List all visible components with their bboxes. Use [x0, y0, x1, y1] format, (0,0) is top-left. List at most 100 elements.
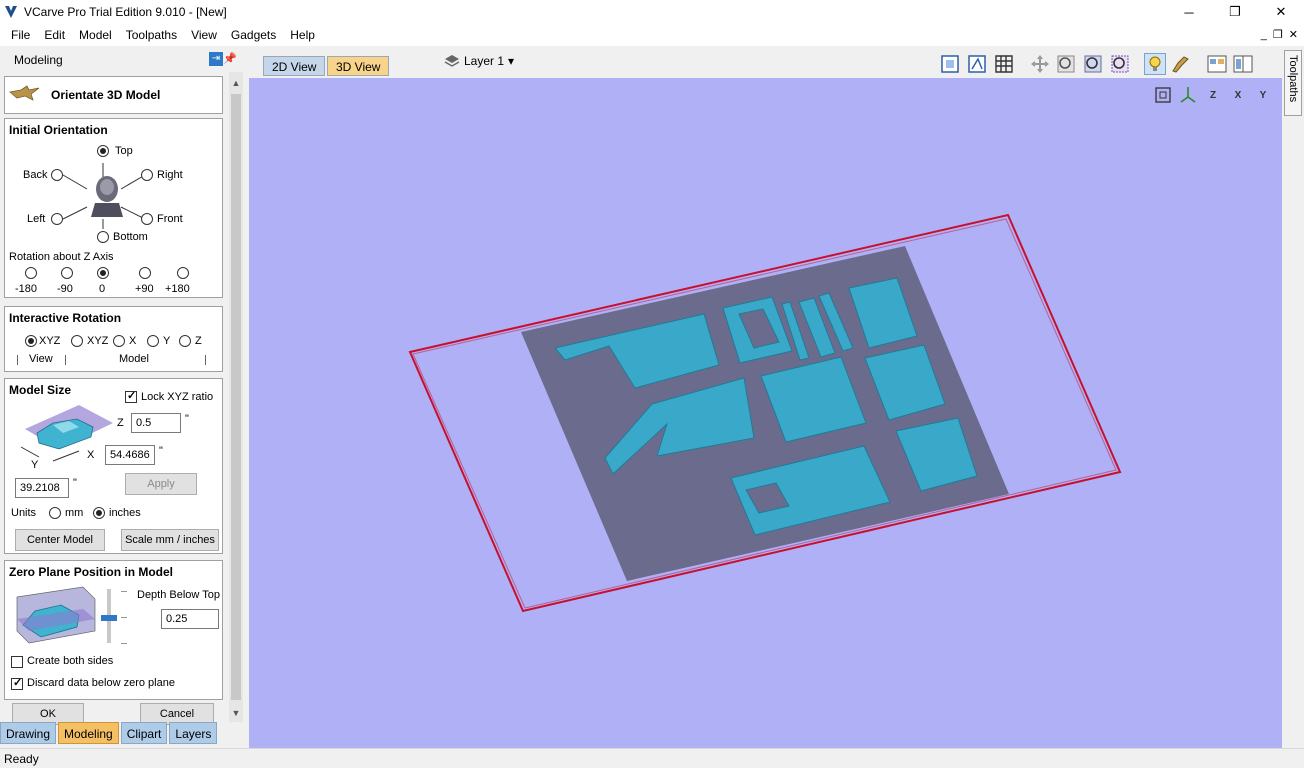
create-both-sides-checkbox[interactable]: [11, 656, 23, 668]
center-model-button[interactable]: Center Model: [15, 529, 105, 551]
x-size-input[interactable]: 54.4686: [105, 445, 155, 465]
z-size-input[interactable]: 0.5: [131, 413, 181, 433]
menu-toolpaths[interactable]: Toolpaths: [119, 24, 184, 46]
zoom-extents-icon[interactable]: [939, 53, 961, 75]
menu-model[interactable]: Model: [72, 24, 119, 46]
divider: [65, 355, 66, 365]
discard-below-checkbox[interactable]: [11, 676, 23, 690]
menu-help[interactable]: Help: [283, 24, 322, 46]
rot-minus180-radio[interactable]: [25, 267, 37, 279]
mdi-minimize-button[interactable]: _: [1261, 24, 1267, 46]
menu-view[interactable]: View: [184, 24, 224, 46]
orient-top-radio[interactable]: [97, 145, 109, 157]
rotation-z-label: Rotation about Z Axis: [9, 251, 114, 263]
rot-model-x-radio[interactable]: [113, 335, 125, 347]
rot-0-radio[interactable]: [97, 267, 109, 279]
rot-view-label: View: [29, 353, 53, 365]
mdi-restore-button[interactable]: ❐: [1273, 24, 1283, 46]
model-size-title: Model Size: [9, 383, 72, 397]
panel-scrollbar[interactable]: ▲ ▼: [229, 72, 243, 722]
menu-edit[interactable]: Edit: [37, 24, 72, 46]
menu-bar: File Edit Model Toolpaths View Gadgets H…: [0, 24, 1304, 46]
orient-bottom-label: Bottom: [113, 231, 148, 243]
panel-tabs: Drawing Modeling Clipart Layers: [0, 722, 247, 746]
bust-model-icon: [87, 173, 127, 217]
draw-icon[interactable]: [966, 53, 988, 75]
pan-icon[interactable]: [1029, 53, 1051, 75]
divider: [205, 355, 206, 365]
rot-model-y-radio[interactable]: [147, 335, 159, 347]
rot-plus180-radio[interactable]: [177, 267, 189, 279]
scroll-thumb[interactable]: [231, 94, 241, 700]
dock-icon[interactable]: ⇥: [209, 52, 223, 66]
divider: [17, 355, 18, 365]
light-bulb-icon[interactable]: [1144, 53, 1166, 75]
orient-front-radio[interactable]: [141, 213, 153, 225]
orientate-label: Orientate 3D Model: [51, 88, 161, 102]
tab-layers[interactable]: Layers: [169, 722, 218, 744]
depth-input[interactable]: 0.25: [161, 609, 219, 629]
toolpaths-side-tab[interactable]: Toolpaths: [1284, 50, 1302, 116]
toolpaths-tab-label: Toolpaths: [1287, 55, 1299, 103]
lock-xyz-checkbox[interactable]: [125, 389, 137, 403]
x-axis-label: X: [87, 449, 95, 461]
depth-slider-thumb[interactable]: [101, 615, 117, 621]
3d-viewport[interactable]: Z X Y: [249, 78, 1282, 748]
rot-model-y-label: Y: [163, 335, 171, 347]
status-bar: Ready: [0, 748, 1304, 768]
orient-left-radio[interactable]: [51, 213, 63, 225]
pin-icon[interactable]: 📌: [223, 52, 237, 65]
interactive-rotation-section: Interactive Rotation XYZ XYZ X Y Z View …: [4, 306, 223, 372]
orient-front-label: Front: [157, 213, 183, 225]
tab-3d-view[interactable]: 3D View: [327, 56, 390, 76]
maximize-button[interactable]: ❐: [1212, 0, 1258, 24]
orient-top-label: Top: [115, 145, 133, 157]
minimize-button[interactable]: ─: [1166, 0, 1212, 24]
layers-icon: [444, 55, 460, 67]
tab-drawing[interactable]: Drawing: [0, 722, 57, 744]
rot-view-xyz-radio[interactable]: [25, 335, 37, 347]
units-inches-radio[interactable]: [93, 507, 105, 519]
zoom-icon[interactable]: [1055, 53, 1077, 75]
title-bar: VCarve Pro Trial Edition 9.010 - [New] ─…: [0, 0, 1304, 24]
scroll-down-icon[interactable]: ▼: [229, 706, 243, 720]
layer-name: Layer 1: [464, 54, 505, 68]
y-size-input[interactable]: 39.2108: [15, 478, 69, 498]
orient-right-label: Right: [157, 169, 183, 181]
tab-modeling[interactable]: Modeling: [58, 722, 119, 744]
rot-minus180-label: -180: [15, 283, 38, 295]
menu-file[interactable]: File: [4, 24, 37, 46]
tab-2d-view[interactable]: 2D View: [263, 56, 326, 76]
mdi-close-button[interactable]: ✕: [1289, 24, 1298, 46]
units-mm-radio[interactable]: [49, 507, 61, 519]
layout-icon[interactable]: [1206, 53, 1228, 75]
tool-icon[interactable]: [1170, 53, 1192, 75]
orient-back-radio[interactable]: [51, 169, 63, 181]
apply-button[interactable]: Apply: [125, 473, 197, 495]
rot-model-z-radio[interactable]: [179, 335, 191, 347]
slider-tick: [121, 617, 127, 618]
close-button[interactable]: ✕: [1258, 0, 1304, 24]
scale-units-button[interactable]: Scale mm / inches: [121, 529, 219, 551]
zoom-in-icon[interactable]: [1082, 53, 1104, 75]
tab-clipart[interactable]: Clipart: [120, 722, 168, 744]
rot-model-z-label: Z: [195, 335, 202, 347]
rot-plus90-radio[interactable]: [139, 267, 151, 279]
split-view-icon[interactable]: [1232, 53, 1254, 75]
layer-selector[interactable]: Layer 1 ▾: [444, 54, 514, 68]
orient-right-radio[interactable]: [141, 169, 153, 181]
units-mm-label: mm: [65, 507, 84, 519]
initial-orientation-section: Initial Orientation Top Back Right Left …: [4, 118, 223, 298]
grid-icon[interactable]: [993, 53, 1015, 75]
interactive-rotation-title: Interactive Rotation: [9, 311, 122, 325]
menu-gadgets[interactable]: Gadgets: [224, 24, 283, 46]
z-axis-label: Z: [117, 417, 124, 429]
modeling-panel: Modeling ⇥ 📌 ▲ ▼ Orientate 3D Model Init…: [0, 48, 247, 748]
orient-bottom-radio[interactable]: [97, 231, 109, 243]
zoom-box-icon[interactable]: [1109, 53, 1131, 75]
rot-model-xyz-radio[interactable]: [71, 335, 83, 347]
scroll-up-icon[interactable]: ▲: [229, 76, 243, 90]
x-unit-mark: ": [159, 445, 163, 457]
rot-minus90-radio[interactable]: [61, 267, 73, 279]
y-axis-label: Y: [31, 459, 39, 471]
